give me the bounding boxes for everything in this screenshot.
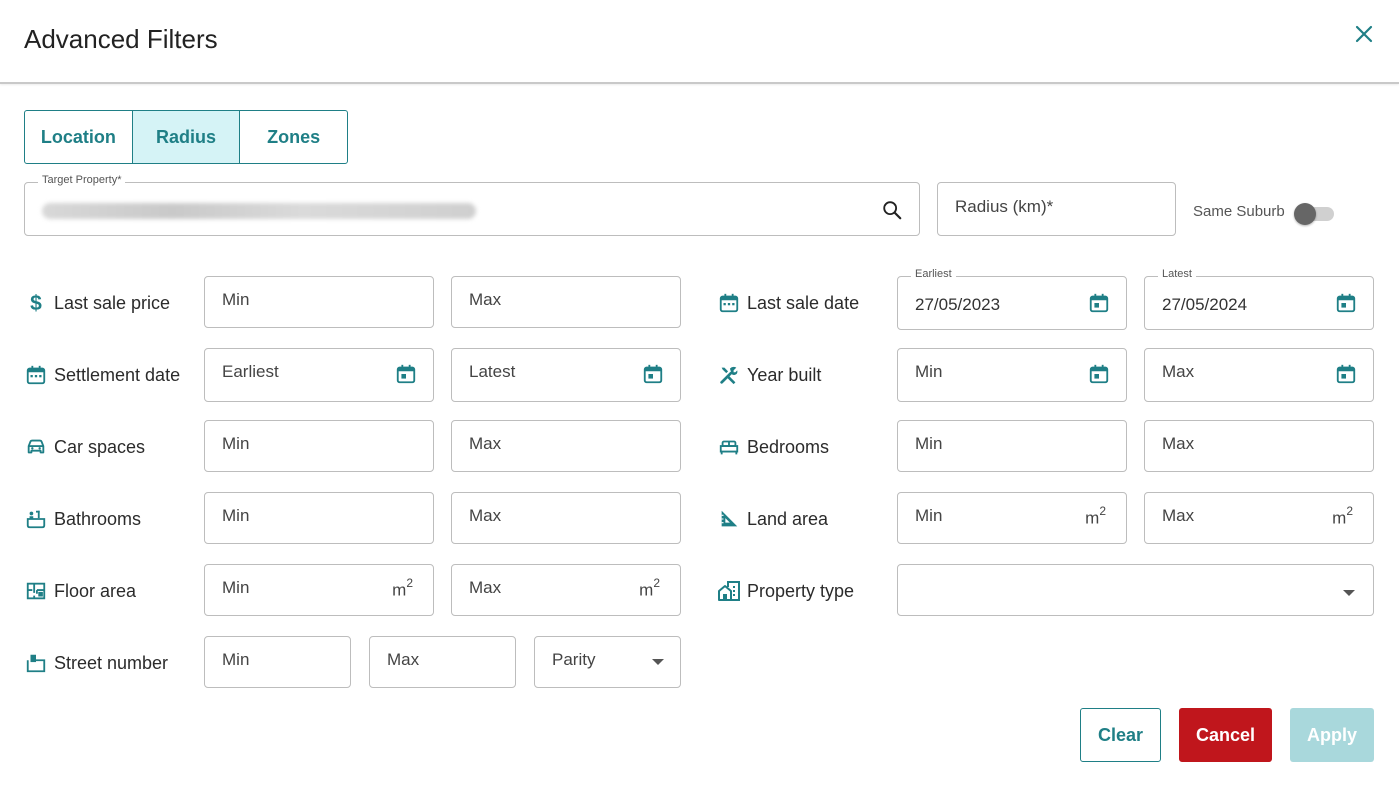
square-metre-unit: m2 (1085, 504, 1106, 528)
earliest-date-value: 27/05/2023 (915, 295, 1001, 314)
target-property-address-redacted (42, 203, 476, 219)
cancel-button[interactable]: Cancel (1179, 708, 1272, 762)
tab-radius[interactable]: Radius (132, 111, 241, 163)
earliest-legend: Earliest (911, 268, 956, 280)
calendar-icon[interactable] (1335, 292, 1357, 314)
bed-icon (717, 435, 741, 459)
search-mode-tabs: Location Radius Zones (24, 110, 348, 164)
car-spaces-label: Car spaces (24, 435, 145, 459)
toggle-knob (1294, 203, 1316, 225)
square-metre-unit: m2 (392, 576, 413, 600)
latest-placeholder: Latest (469, 362, 516, 381)
tab-location[interactable]: Location (25, 111, 133, 163)
bathrooms-label: Bathrooms (24, 507, 141, 531)
calendar-icon[interactable] (1335, 363, 1357, 385)
earliest-placeholder: Earliest (222, 362, 279, 381)
min-placeholder: Min (915, 506, 943, 525)
settlement-date-label: Settlement date (24, 363, 180, 387)
settlement-date-latest[interactable]: Latest (451, 348, 681, 402)
parity-select[interactable]: Parity (534, 636, 681, 688)
latest-date-value: 27/05/2024 (1162, 295, 1248, 314)
last-sale-date-latest[interactable]: Latest 27/05/2024 (1144, 268, 1374, 330)
dialog-title: Advanced Filters (24, 24, 218, 54)
radius-input[interactable]: Radius (km)* (937, 182, 1176, 236)
calendar-icon (24, 363, 48, 387)
target-property-input[interactable]: Target Property* (24, 174, 920, 236)
radius-placeholder: Radius (km)* (955, 197, 1054, 216)
last-sale-price-label: $ Last sale price (24, 291, 170, 315)
target-property-legend: Target Property* (38, 174, 126, 186)
chevron-down-icon (652, 659, 664, 665)
calendar-icon[interactable] (1088, 363, 1110, 385)
min-placeholder: Min (222, 578, 250, 597)
last-sale-price-max[interactable]: Max (451, 276, 681, 328)
floor-plan-icon (24, 579, 48, 603)
apply-button[interactable]: Apply (1290, 708, 1374, 762)
floor-area-min[interactable]: Min m2 (204, 564, 434, 616)
floor-area-label: Floor area (24, 579, 136, 603)
calendar-icon[interactable] (395, 363, 417, 385)
house-building-icon (717, 579, 741, 603)
max-placeholder: Max (1162, 506, 1195, 525)
latest-legend: Latest (1158, 268, 1196, 280)
max-placeholder: Max (469, 506, 502, 525)
last-sale-date-earliest[interactable]: Earliest 27/05/2023 (897, 268, 1127, 330)
square-metre-unit: m2 (639, 576, 660, 600)
land-area-max[interactable]: Max m2 (1144, 492, 1374, 544)
min-placeholder: Min (915, 434, 943, 453)
max-placeholder: Max (469, 434, 502, 453)
land-area-label: Land area (717, 507, 828, 531)
parity-placeholder: Parity (552, 650, 596, 669)
settlement-date-earliest[interactable]: Earliest (204, 348, 434, 402)
bedrooms-min[interactable]: Min (897, 420, 1127, 472)
max-placeholder: Max (1162, 434, 1195, 453)
dialog-header: Advanced Filters (0, 0, 1399, 84)
min-placeholder: Min (915, 362, 943, 381)
property-type-select[interactable] (897, 564, 1374, 616)
search-icon[interactable] (881, 199, 903, 221)
min-placeholder: Min (222, 290, 250, 309)
same-suburb-toggle[interactable] (1294, 203, 1336, 225)
floor-area-max[interactable]: Max m2 (451, 564, 681, 616)
max-placeholder: Max (469, 290, 502, 309)
door-number-icon (24, 651, 48, 675)
bathtub-icon (24, 507, 48, 531)
max-placeholder: Max (1162, 362, 1195, 381)
year-built-label: Year built (717, 363, 821, 387)
same-suburb-label: Same Suburb (1193, 203, 1285, 220)
street-number-max[interactable]: Max (369, 636, 516, 688)
clear-button[interactable]: Clear (1080, 708, 1161, 762)
min-placeholder: Min (222, 506, 250, 525)
tab-zones[interactable]: Zones (240, 111, 347, 163)
bedrooms-max[interactable]: Max (1144, 420, 1374, 472)
calendar-icon[interactable] (1088, 292, 1110, 314)
calendar-icon[interactable] (642, 363, 664, 385)
street-number-min[interactable]: Min (204, 636, 351, 688)
car-spaces-max[interactable]: Max (451, 420, 681, 472)
year-built-min[interactable]: Min (897, 348, 1127, 402)
property-type-label: Property type (717, 579, 854, 603)
square-metre-unit: m2 (1332, 504, 1353, 528)
bedrooms-label: Bedrooms (717, 435, 829, 459)
last-sale-price-min[interactable]: Min (204, 276, 434, 328)
year-built-max[interactable]: Max (1144, 348, 1374, 402)
max-placeholder: Max (387, 650, 420, 669)
close-icon[interactable] (1352, 22, 1376, 46)
car-spaces-min[interactable]: Min (204, 420, 434, 472)
calendar-icon (717, 291, 741, 315)
last-sale-date-label: Last sale date (717, 291, 859, 315)
bathrooms-min[interactable]: Min (204, 492, 434, 544)
max-placeholder: Max (469, 578, 502, 597)
dollar-icon: $ (24, 291, 48, 315)
min-placeholder: Min (222, 650, 250, 669)
street-number-label: Street number (24, 651, 168, 675)
set-square-icon (717, 507, 741, 531)
min-placeholder: Min (222, 434, 250, 453)
tools-icon (717, 363, 741, 387)
bathrooms-max[interactable]: Max (451, 492, 681, 544)
land-area-min[interactable]: Min m2 (897, 492, 1127, 544)
svg-text:$: $ (30, 292, 42, 315)
car-icon (24, 435, 48, 459)
chevron-down-icon (1343, 590, 1355, 596)
